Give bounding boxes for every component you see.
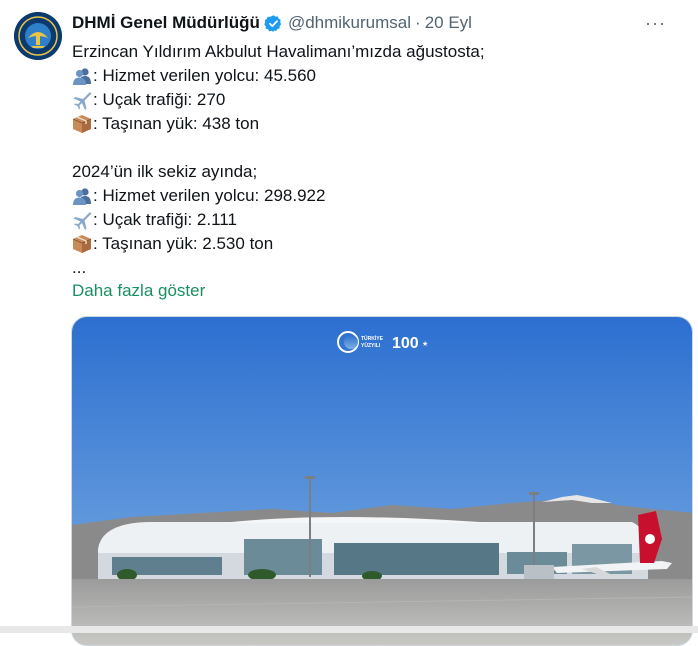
logo-text-bottom: YÜZYILI	[361, 342, 381, 349]
people-emoji-icon	[73, 68, 91, 85]
package-emoji-icon	[72, 235, 92, 253]
line-text: : Hizmet verilen yolcu: 45.560	[93, 66, 316, 85]
tweet-line: : Taşınan yük: 2.530 ton	[72, 232, 684, 256]
line-text: : Uçak trafiği: 2.111	[93, 210, 237, 229]
tweet-line: : Uçak trafiği: 270	[72, 88, 684, 112]
avatar[interactable]	[14, 12, 62, 60]
tweet-line: ...	[72, 256, 684, 280]
airplane-emoji-icon	[73, 212, 92, 230]
horizontal-scrollbar[interactable]	[0, 626, 698, 633]
tweet-line: : Uçak trafiği: 2.111	[72, 208, 684, 232]
logo-text-top: TÜRKİYE	[361, 335, 384, 342]
airplane-emoji-icon	[73, 92, 92, 110]
more-options-icon[interactable]: ···	[645, 12, 666, 34]
star-icon: ★	[422, 340, 428, 348]
tweet-text: Erzincan Yıldırım Akbulut Havalimanı’mız…	[72, 40, 684, 280]
line-text: 2024’ün ilk sekiz ayında;	[72, 162, 258, 181]
author-handle[interactable]: @dhmikurumsal	[288, 13, 411, 33]
verified-badge-icon	[264, 14, 282, 32]
tweet-line: : Hizmet verilen yolcu: 298.922	[72, 184, 684, 208]
dhmi-logo-icon	[14, 12, 62, 60]
tweet-line: : Hizmet verilen yolcu: 45.560	[72, 64, 684, 88]
tweet-line: 2024’ün ilk sekiz ayında;	[72, 160, 684, 184]
tweet-line: Erzincan Yıldırım Akbulut Havalimanı’mız…	[72, 40, 684, 64]
line-text: : Hizmet verilen yolcu: 298.922	[93, 186, 326, 205]
line-text: : Uçak trafiği: 270	[93, 90, 226, 109]
author-name[interactable]: DHMİ Genel Müdürlüğü	[72, 13, 260, 33]
line-text: : Taşınan yük: 438 ton	[93, 114, 260, 133]
tweet-media-image[interactable]: TÜRKİYE YÜZYILI 100 ★	[71, 316, 693, 646]
line-text: : Taşınan yük: 2.530 ton	[93, 234, 274, 253]
tweet: DHMİ Genel Müdürlüğü @dhmikurumsal · 20 …	[0, 0, 698, 646]
timestamp[interactable]: 20 Eyl	[425, 13, 472, 33]
package-emoji-icon	[72, 115, 92, 133]
people-emoji-icon	[73, 188, 91, 205]
airport-photo: TÜRKİYE YÜZYILI 100 ★	[72, 317, 692, 645]
line-text: Erzincan Yıldırım Akbulut Havalimanı’mız…	[72, 42, 485, 61]
line-text: ...	[72, 258, 87, 277]
logo-100: 100	[392, 335, 419, 352]
tweet-line: : Taşınan yük: 438 ton	[72, 112, 684, 136]
show-more-link[interactable]: Daha fazla göster	[72, 279, 205, 303]
separator-dot: ·	[415, 13, 421, 32]
tweet-header: DHMİ Genel Müdürlüğü @dhmikurumsal · 20 …	[72, 12, 682, 34]
